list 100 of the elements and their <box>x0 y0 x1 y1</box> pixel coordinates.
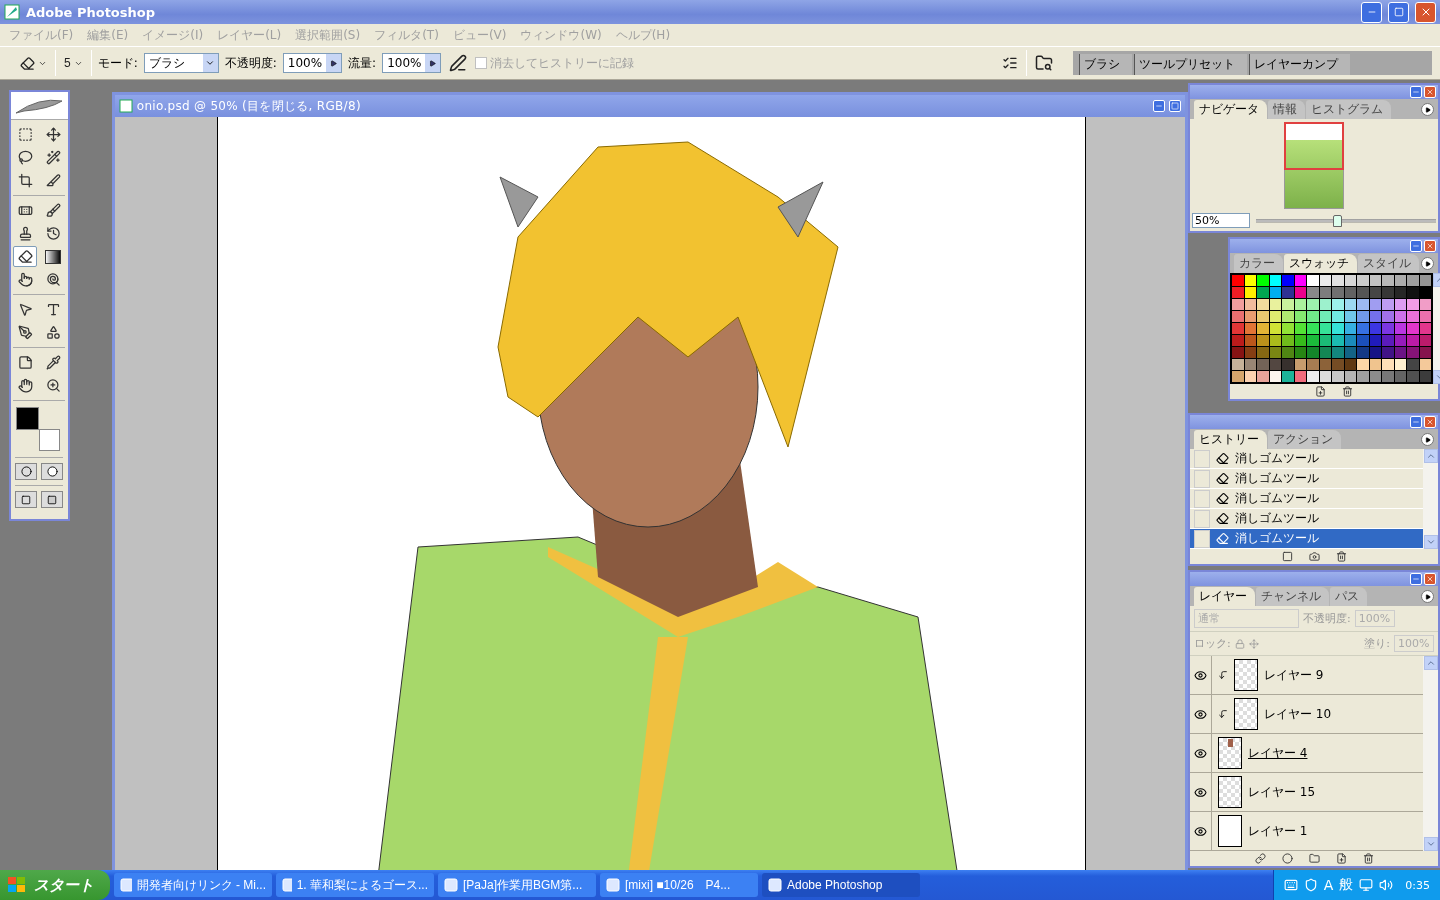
link-icon[interactable] <box>1254 853 1266 864</box>
new-document-icon[interactable] <box>1281 551 1293 562</box>
flow-field[interactable]: 100% <box>382 53 442 73</box>
quick-mask-button[interactable] <box>41 463 64 480</box>
crop-icon <box>17 173 33 188</box>
view-box[interactable] <box>1284 121 1344 170</box>
minimize-button[interactable] <box>1361 1 1382 23</box>
layer-row[interactable]: レイヤー 10 <box>1190 695 1423 734</box>
minimize-button[interactable] <box>1410 416 1422 428</box>
close-button[interactable] <box>1424 86 1436 98</box>
zoom-field[interactable]: 50% <box>1192 213 1250 228</box>
layer-row[interactable]: レイヤー 15 <box>1190 773 1423 812</box>
folder-search-icon <box>1034 54 1053 72</box>
minimize-button[interactable] <box>1153 100 1165 112</box>
trash-icon[interactable] <box>1342 386 1353 397</box>
close-button[interactable] <box>1424 416 1436 428</box>
panel-tab[interactable]: ヒストリー <box>1194 430 1267 449</box>
slider-thumb[interactable] <box>1333 214 1342 227</box>
panel-menu-button[interactable] <box>1421 590 1434 603</box>
window-icon <box>444 878 458 892</box>
keyboard-icon[interactable] <box>1283 878 1298 892</box>
eye-icon[interactable] <box>1194 668 1207 682</box>
panel-tab[interactable]: スタイル <box>1358 254 1419 273</box>
minimize-button[interactable] <box>1410 86 1422 98</box>
layer-name: レイヤー 9 <box>1264 666 1324 684</box>
restore-button[interactable] <box>1388 1 1409 23</box>
play-icon <box>1424 436 1431 443</box>
minimize-button[interactable] <box>1410 240 1422 252</box>
taskbar-button[interactable]: Adobe Photoshop <box>762 873 920 897</box>
panel-tab[interactable]: レイヤー <box>1194 587 1255 606</box>
trash-icon[interactable] <box>1362 853 1374 864</box>
history-item[interactable]: 消しゴムツール <box>1190 469 1423 489</box>
panel-tab[interactable]: アクション <box>1268 430 1341 449</box>
eraser-icon <box>17 249 33 264</box>
layer-row[interactable]: レイヤー 4 <box>1190 734 1423 773</box>
swatch-grid-drawing[interactable] <box>1230 273 1433 384</box>
type-icon <box>45 302 61 317</box>
panel-menu-button[interactable] <box>1421 433 1434 446</box>
palette-tab[interactable]: ツールプリセット <box>1133 54 1247 75</box>
clock: 0:35 <box>1405 878 1430 892</box>
shield-icon[interactable] <box>1303 878 1318 892</box>
layer-mask-icon[interactable] <box>1281 853 1293 864</box>
taskbar-button[interactable]: [mixi] ■10/26 P4... <box>600 873 758 897</box>
eye-icon[interactable] <box>1194 824 1207 838</box>
play-icon <box>1424 106 1431 113</box>
history-item[interactable]: 消しゴムツール <box>1190 449 1423 469</box>
opacity-field[interactable]: 100% <box>282 53 343 73</box>
trash-icon[interactable] <box>1335 551 1347 562</box>
speaker-icon[interactable] <box>1379 878 1394 892</box>
mode-dropdown[interactable]: ブラシ <box>143 53 219 73</box>
list-icon <box>1001 55 1018 71</box>
window-icon <box>768 878 782 892</box>
maximize-icon <box>1171 102 1179 110</box>
panel-tab[interactable]: ナビゲータ <box>1194 100 1267 119</box>
start-button[interactable]: スタート <box>0 870 110 900</box>
taskbar-button[interactable]: [PaJa]作業用BGM第... <box>438 873 596 897</box>
close-button[interactable] <box>1424 240 1436 252</box>
eye-icon[interactable] <box>1194 707 1207 721</box>
taskbar-button[interactable]: 開発者向けリンク - Mi... <box>114 873 272 897</box>
close-button[interactable] <box>1415 1 1436 23</box>
new-layer-icon[interactable] <box>1335 853 1347 864</box>
panel-tab[interactable]: 情報 <box>1268 100 1305 119</box>
history-item[interactable]: 消しゴムツール <box>1190 529 1423 549</box>
background-color-swatch[interactable] <box>39 429 61 451</box>
screen-mode-button[interactable] <box>15 491 38 508</box>
close-icon <box>1426 575 1434 583</box>
minimize-icon <box>1412 88 1420 96</box>
camera-icon[interactable] <box>1308 551 1320 562</box>
eye-icon[interactable] <box>1194 785 1207 799</box>
maximize-button[interactable] <box>1169 100 1181 112</box>
panel-tab[interactable]: スウォッチ <box>1284 254 1357 273</box>
history-item[interactable]: 消しゴムツール <box>1190 489 1423 509</box>
full-screen-button[interactable] <box>41 491 64 508</box>
magic-wand-icon <box>45 150 61 165</box>
palette-tab[interactable]: ブラシ <box>1078 54 1132 75</box>
dodge-icon <box>45 272 61 287</box>
layer-row[interactable]: レイヤー 9 <box>1190 656 1423 695</box>
panel-tab[interactable]: チャンネル <box>1256 587 1329 606</box>
foreground-color-swatch[interactable] <box>16 407 40 430</box>
new-swatch-icon[interactable] <box>1315 386 1326 397</box>
panel-tab[interactable]: パス <box>1330 587 1367 606</box>
close-icon <box>1426 88 1434 96</box>
taskbar-button[interactable]: 1. 華和梨によるゴース... <box>276 873 434 897</box>
minimize-button[interactable] <box>1410 573 1422 585</box>
panel-tab[interactable]: ヒストグラム <box>1306 100 1391 119</box>
tool-button[interactable] <box>13 246 38 267</box>
palette-tab[interactable]: レイヤーカンプ <box>1248 54 1350 75</box>
monitor-icon[interactable] <box>1359 878 1374 892</box>
standard-mode-button[interactable] <box>15 463 38 480</box>
folder-icon[interactable] <box>1308 853 1320 864</box>
smudge-icon <box>17 272 33 287</box>
panel-menu-button[interactable] <box>1421 103 1434 116</box>
brush-size-button[interactable]: 5 <box>62 54 85 72</box>
panel-menu-button[interactable] <box>1421 257 1434 270</box>
panel-tab[interactable]: カラー <box>1234 254 1283 273</box>
layer-row[interactable]: レイヤー 1 <box>1190 812 1423 851</box>
eraser-icon <box>20 55 35 71</box>
close-button[interactable] <box>1424 573 1436 585</box>
eye-icon[interactable] <box>1194 746 1207 760</box>
opacity-label: 不透明度: <box>224 54 277 72</box>
